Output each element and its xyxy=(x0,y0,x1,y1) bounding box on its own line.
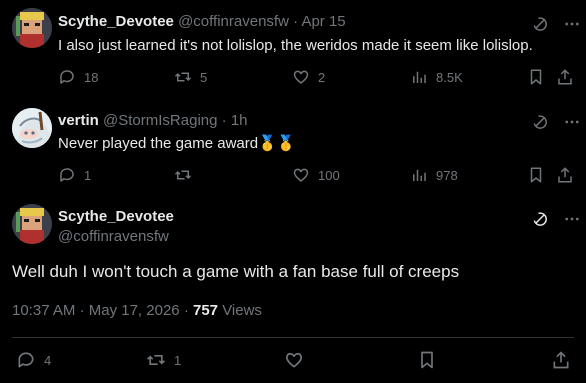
repost-button[interactable]: 5 xyxy=(174,68,207,86)
like-count: 2 xyxy=(318,69,326,85)
share-icon xyxy=(553,351,569,369)
bookmark-button[interactable] xyxy=(527,166,545,184)
reply-button[interactable]: 4 xyxy=(16,350,51,370)
views-count: 8.5K xyxy=(436,69,463,85)
bookmark-button[interactable] xyxy=(527,68,545,86)
tweet-header: Scythe_Devotee @coffinravensfw · Apr 15 xyxy=(58,13,346,30)
separator: · xyxy=(79,302,85,319)
repost-count: 1 xyxy=(174,352,182,368)
like-button[interactable] xyxy=(284,350,312,370)
timestamp[interactable]: Apr 15 xyxy=(301,13,345,30)
share-button[interactable] xyxy=(551,350,571,370)
reply-tweet-1[interactable]: Scythe_Devotee @coffinravensfw · Apr 15 … xyxy=(0,0,586,100)
repost-icon xyxy=(174,170,192,180)
views-label: Views xyxy=(222,302,262,319)
display-name[interactable]: Scythe_Devotee xyxy=(58,13,174,30)
tweet-header: vertin @StormIsRaging · 1h xyxy=(58,112,248,129)
tweet-meta: 10:37 AM · May 17, 2026 · 757 Views xyxy=(12,302,262,319)
views-button[interactable]: 8.5K xyxy=(410,68,463,86)
more-icon[interactable] xyxy=(563,15,581,33)
tweet-top-actions xyxy=(531,210,581,228)
like-icon xyxy=(293,168,309,182)
tweet-time[interactable]: 10:37 AM xyxy=(12,302,75,319)
more-icon[interactable] xyxy=(563,210,581,228)
views-icon xyxy=(413,169,426,181)
tweet-date[interactable]: May 17, 2026 xyxy=(89,302,180,319)
user-handle[interactable]: @coffinravensfw xyxy=(178,13,289,30)
bookmark-icon xyxy=(530,167,542,183)
separator: · xyxy=(293,13,299,30)
avatar[interactable] xyxy=(12,8,52,48)
tweet-text: Never played the game award🥇🥇 xyxy=(58,134,295,152)
tweet-text: Well duh I won't touch a game with a fan… xyxy=(12,262,460,281)
tweet-text-content: Never played the game award xyxy=(58,135,259,152)
reply-count: 1 xyxy=(84,167,92,183)
views-button[interactable]: 978 xyxy=(410,166,458,184)
bookmark-icon xyxy=(421,351,433,369)
share-button[interactable] xyxy=(556,68,574,86)
like-icon xyxy=(293,70,309,84)
views-icon xyxy=(413,71,426,83)
tweet-top-actions xyxy=(531,113,581,131)
reply-icon xyxy=(60,70,74,84)
display-name[interactable]: vertin xyxy=(58,112,99,129)
views-count: 757 xyxy=(192,302,219,319)
like-button[interactable]: 100 xyxy=(292,166,340,184)
like-button[interactable]: 2 xyxy=(292,68,325,86)
like-count: 100 xyxy=(318,167,340,183)
separator: · xyxy=(221,112,227,129)
reply-tweet-2[interactable]: vertin @StormIsRaging · 1h Never played … xyxy=(0,100,586,196)
grok-icon[interactable] xyxy=(531,15,549,33)
reply-icon xyxy=(18,352,34,368)
share-icon xyxy=(558,167,572,183)
like-icon xyxy=(285,352,303,368)
timestamp[interactable]: 1h xyxy=(231,112,248,129)
divider xyxy=(12,337,574,338)
reply-count: 18 xyxy=(84,69,99,85)
avatar[interactable] xyxy=(12,204,52,244)
repost-icon xyxy=(147,355,165,365)
display-name[interactable]: Scythe_Devotee xyxy=(58,208,174,225)
views-count: 978 xyxy=(436,167,458,183)
tweet-top-actions xyxy=(531,15,581,33)
grok-icon[interactable] xyxy=(531,210,549,228)
grok-icon[interactable] xyxy=(531,113,549,131)
more-icon[interactable] xyxy=(563,113,581,131)
avatar[interactable] xyxy=(12,108,52,148)
share-icon xyxy=(558,69,572,85)
tweet-text: I also just learned it's not lolislop, t… xyxy=(58,37,533,54)
repost-button[interactable] xyxy=(174,166,200,184)
user-handle[interactable]: @StormIsRaging xyxy=(103,112,217,129)
reply-count: 4 xyxy=(44,352,52,368)
share-button[interactable] xyxy=(556,166,574,184)
bookmark-icon xyxy=(530,69,542,85)
user-handle[interactable]: @coffinravensfw xyxy=(58,228,169,245)
bookmark-button[interactable] xyxy=(417,350,437,370)
reply-button[interactable]: 18 xyxy=(58,68,98,86)
repost-count: 5 xyxy=(200,69,208,85)
separator: · xyxy=(183,302,189,319)
medal-emoji: 🥇🥇 xyxy=(258,135,296,152)
reply-button[interactable]: 1 xyxy=(58,166,91,184)
repost-icon xyxy=(174,72,192,82)
reply-icon xyxy=(60,168,74,182)
repost-button[interactable]: 1 xyxy=(146,350,181,370)
